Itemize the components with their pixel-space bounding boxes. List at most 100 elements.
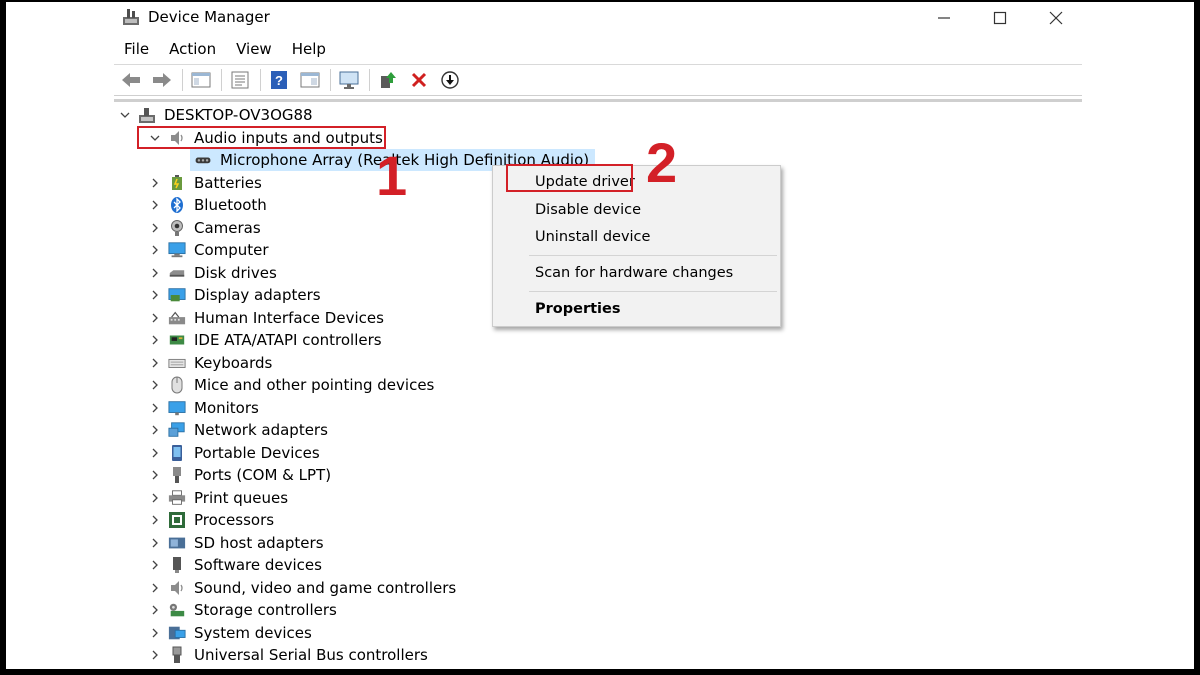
- chevron-right-icon[interactable]: [148, 603, 162, 617]
- chevron-right-icon[interactable]: [148, 198, 162, 212]
- chevron-right-icon[interactable]: [148, 333, 162, 347]
- chevron-right-icon[interactable]: [148, 401, 162, 415]
- properties-button[interactable]: [227, 67, 253, 93]
- properties-icon: [231, 71, 249, 89]
- chevron-right-icon[interactable]: [148, 648, 162, 662]
- chevron-right-icon[interactable]: [148, 378, 162, 392]
- forward-button[interactable]: [149, 67, 175, 93]
- chevron-right-icon[interactable]: [148, 581, 162, 595]
- context-menu-scan-hardware[interactable]: Scan for hardware changes: [535, 265, 733, 281]
- chevron-right-icon[interactable]: [148, 176, 162, 190]
- bluetooth-icon: [168, 196, 186, 214]
- category-bluetooth[interactable]: Bluetooth: [148, 194, 267, 216]
- tree-root[interactable]: DESKTOP-OV3OG88: [118, 104, 313, 126]
- toolbar-separator: [330, 69, 331, 91]
- category-portable-devices[interactable]: Portable Devices: [148, 442, 320, 464]
- category-ide-ata-atapi-controllers[interactable]: IDE ATA/ATAPI controllers: [148, 329, 382, 351]
- category-universal-serial-bus-controllers[interactable]: Universal Serial Bus controllers: [148, 644, 428, 666]
- chevron-right-icon[interactable]: [148, 513, 162, 527]
- category-disk-drives[interactable]: Disk drives: [148, 262, 277, 284]
- category-label: SD host adapters: [194, 534, 324, 552]
- category-mice-and-other-pointing-devices[interactable]: Mice and other pointing devices: [148, 374, 434, 396]
- toolbar-separator: [182, 69, 183, 91]
- chevron-right-icon[interactable]: [148, 423, 162, 437]
- menu-action[interactable]: Action: [159, 36, 226, 62]
- uninstall-device-toolbar-button[interactable]: [406, 67, 432, 93]
- category-human-interface-devices[interactable]: Human Interface Devices: [148, 307, 384, 329]
- help-button[interactable]: ?: [266, 67, 292, 93]
- category-monitors[interactable]: Monitors: [148, 397, 259, 419]
- forward-arrow-icon: [153, 73, 171, 87]
- display-adapter-icon: [168, 286, 186, 304]
- category-print-queues[interactable]: Print queues: [148, 487, 288, 509]
- maximize-button[interactable]: [980, 6, 1020, 30]
- category-batteries[interactable]: Batteries: [148, 172, 262, 194]
- toolbar-separator: [369, 69, 370, 91]
- category-storage-controllers[interactable]: Storage controllers: [148, 599, 337, 621]
- speaker-icon: [168, 579, 186, 597]
- category-label: Mice and other pointing devices: [194, 376, 435, 394]
- toolbar: ?: [114, 64, 1082, 96]
- annotation-step-2: 2: [646, 131, 678, 194]
- category-label: Print queues: [194, 489, 289, 507]
- chevron-right-icon[interactable]: [148, 243, 162, 257]
- chevron-right-icon[interactable]: [148, 221, 162, 235]
- action-pane-button[interactable]: [297, 67, 323, 93]
- category-sound-video-game-controllers[interactable]: Sound, video and game controllers: [148, 577, 456, 599]
- scan-hardware-button[interactable]: [336, 67, 362, 93]
- category-label: Disk drives: [194, 264, 277, 282]
- category-keyboards[interactable]: Keyboards: [148, 352, 272, 374]
- svg-text:?: ?: [275, 73, 283, 88]
- category-label: Software devices: [194, 556, 322, 574]
- chevron-right-icon[interactable]: [148, 356, 162, 370]
- back-arrow-icon: [122, 73, 140, 87]
- port-icon: [168, 466, 186, 484]
- category-computer[interactable]: Computer: [148, 239, 269, 261]
- chevron-right-icon[interactable]: [148, 266, 162, 280]
- chevron-right-icon[interactable]: [148, 558, 162, 572]
- chevron-right-icon[interactable]: [148, 536, 162, 550]
- category-label: Universal Serial Bus controllers: [194, 646, 428, 664]
- category-software-devices[interactable]: Software devices: [148, 554, 322, 576]
- category-display-adapters[interactable]: Display adapters: [148, 284, 321, 306]
- minimize-button[interactable]: [924, 6, 964, 30]
- close-icon: [1049, 11, 1063, 25]
- chevron-down-icon[interactable]: [118, 108, 132, 122]
- category-processors[interactable]: Processors: [148, 509, 274, 531]
- category-network-adapters[interactable]: Network adapters: [148, 419, 328, 441]
- menu-view[interactable]: View: [226, 36, 282, 62]
- console-tree-button[interactable]: [188, 67, 214, 93]
- category-label: Computer: [194, 241, 269, 259]
- category-sd-host-adapters[interactable]: SD host adapters: [148, 532, 324, 554]
- close-button[interactable]: [1036, 6, 1076, 30]
- download-icon: [441, 71, 459, 89]
- category-label: Monitors: [194, 399, 259, 417]
- sd-adapter-icon: [168, 534, 186, 552]
- update-driver-toolbar-button[interactable]: [375, 67, 401, 93]
- back-button[interactable]: [118, 67, 144, 93]
- portable-device-icon: [168, 444, 186, 462]
- chevron-right-icon[interactable]: [148, 446, 162, 460]
- device-manager-app-icon: [122, 8, 140, 26]
- chevron-right-icon[interactable]: [148, 468, 162, 482]
- software-device-icon: [168, 556, 186, 574]
- category-label: Bluetooth: [194, 196, 267, 214]
- context-menu-properties[interactable]: Properties: [535, 301, 620, 317]
- chevron-right-icon[interactable]: [148, 311, 162, 325]
- chevron-right-icon[interactable]: [148, 626, 162, 640]
- battery-icon: [168, 174, 186, 192]
- menu-help[interactable]: Help: [282, 36, 336, 62]
- category-label: Network adapters: [194, 421, 328, 439]
- category-system-devices[interactable]: System devices: [148, 622, 312, 644]
- menu-file[interactable]: File: [114, 36, 159, 62]
- context-menu-disable-device[interactable]: Disable device: [535, 202, 641, 218]
- category-ports-com-lpt[interactable]: Ports (COM & LPT): [148, 464, 331, 486]
- monitor-device-icon: [168, 399, 186, 417]
- category-cameras[interactable]: Cameras: [148, 217, 261, 239]
- enable-device-toolbar-button[interactable]: [437, 67, 463, 93]
- chevron-right-icon[interactable]: [148, 491, 162, 505]
- storage-controller-icon: [168, 601, 186, 619]
- chevron-right-icon[interactable]: [148, 288, 162, 302]
- tree-root-label: DESKTOP-OV3OG88: [164, 106, 313, 124]
- context-menu-uninstall-device[interactable]: Uninstall device: [535, 229, 650, 245]
